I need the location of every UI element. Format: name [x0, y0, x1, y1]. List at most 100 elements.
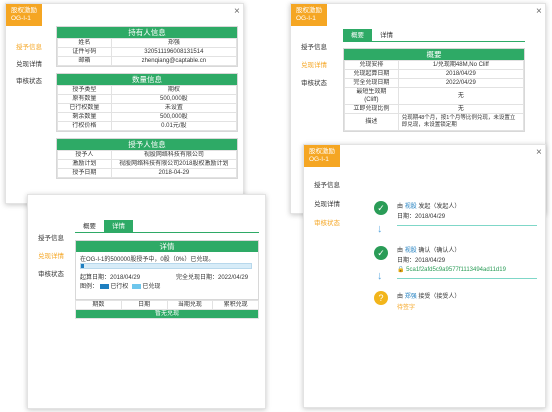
tab-bar: 概要 详情: [343, 29, 525, 42]
cell-key: 授予日期: [57, 168, 112, 178]
tab-overview[interactable]: 概要: [75, 220, 104, 232]
cell-value: 无: [397, 104, 525, 114]
tag-code: OG-I-1: [309, 156, 329, 163]
grant-content: 持有人信息 姓名 郑强 证件号码 320511196008131514 邮箱 zhen…: [56, 26, 238, 185]
cell-key: 完全兑现日期: [344, 78, 399, 88]
quantity-section: 数量信息 授予类型 期权 原有数量 500,000股 已行权数量 未设置 剩余数量 50…: [56, 73, 238, 132]
tab-bar: 概要 详情: [75, 220, 259, 233]
cell-value: 期权: [110, 85, 238, 95]
legend-exercised: 已行权: [110, 284, 129, 290]
nav-redeem-detail[interactable]: 兑现详情: [314, 198, 340, 208]
step-user-link[interactable]: 视股: [405, 248, 417, 254]
holder-section: 持有人信息 姓名 郑强 证件号码 320511196008131514 邮箱 zhen…: [56, 26, 238, 67]
legend-vested-swatch: [131, 283, 141, 289]
cell-key: 已行权数量: [57, 103, 112, 113]
table-header: 期数 日期 当期兑现 累积兑现: [75, 300, 259, 310]
legend-label: 图例：: [80, 284, 99, 290]
pending-signature: 待签字: [397, 305, 416, 311]
table-row: 最短生效期 (Cliff) 无: [344, 87, 525, 105]
tx-hash[interactable]: 🔒 5ca1f2afd5c9a9577f1113494ad11d19: [397, 266, 506, 273]
cell-key: 邮箱: [57, 56, 112, 66]
step-accept: 由 郑强 接受（接受人）: [397, 291, 460, 300]
step-prefix: 由: [397, 248, 404, 254]
nav-review-status[interactable]: 审核状态: [16, 75, 42, 85]
end-date: 完全兑现日期：2022/04/29: [176, 275, 249, 281]
empty-row: 暂无兑现: [75, 309, 259, 319]
close-icon[interactable]: ×: [234, 7, 240, 17]
col-date: 日期: [120, 300, 168, 310]
table-row: 行权价格 0.01元/股: [57, 121, 238, 131]
step-user-link[interactable]: 视股: [405, 204, 417, 210]
step-date: 日期：2018/04/29: [397, 214, 446, 220]
cell-value: 0.01元/股: [110, 121, 238, 131]
legend-exercised-swatch: [99, 283, 109, 289]
cell-value: 未设置: [110, 103, 238, 113]
legend-vested: 已兑现: [142, 284, 161, 290]
nav-grant-info[interactable]: 授予信息: [38, 232, 64, 242]
table-row: 完全兑现日期 2022/04/29: [344, 78, 525, 88]
step-date: 日期：2018/04/29: [397, 258, 446, 264]
overview-title: 概要: [344, 49, 524, 60]
table-row: 立即兑现比例无: [344, 104, 525, 114]
step-initiate: 由 视股 发起（发起人）: [397, 201, 460, 210]
table-row: 兑现安排 1/兑现期48M,No Cliff: [344, 60, 525, 70]
nav-redeem-detail[interactable]: 兑现详情: [16, 58, 42, 68]
holder-table: 姓名 郑强 证件号码 320511196008131514 邮箱 zhenqiang@…: [57, 38, 238, 66]
tag-title: 股权激励: [296, 7, 322, 14]
cell-key: 授予类型: [57, 85, 112, 95]
lock-icon: 🔒: [397, 267, 405, 273]
tab-detail[interactable]: 详情: [104, 220, 133, 232]
nav-grant-info[interactable]: 授予信息: [301, 41, 327, 51]
nav-redeem-detail[interactable]: 兑现详情: [38, 250, 64, 260]
step-divider: [397, 225, 537, 226]
tab-overview[interactable]: 概要: [343, 29, 372, 41]
nav-redeem-detail[interactable]: 兑现详情: [301, 59, 327, 69]
cell-value: 郑强: [110, 38, 238, 48]
table-row: 原有数量 500,000股: [57, 94, 238, 104]
nav-grant-info[interactable]: 授予信息: [16, 41, 42, 51]
nav-review-status[interactable]: 审核状态: [314, 217, 340, 227]
quantity-table: 授予类型 期权 原有数量 500,000股 已行权数量 未设置 剩余数量 500,000…: [57, 85, 238, 131]
table-row: 激励计划 视股网络科技有限公司2018股权激励计划: [57, 159, 238, 169]
cell-value: 2022/04/29: [397, 78, 525, 88]
tag-title: 股权激励: [309, 148, 335, 155]
close-icon[interactable]: ×: [536, 7, 542, 17]
overview-table: 兑现安排 1/兑现期48M,No Cliff 兑现起算日期 2018/04/29 完…: [344, 60, 525, 131]
cell-value: 兑现期48个月，按1个月等比例兑现，未设置立即兑现，未设置锁定期: [397, 113, 525, 131]
tab-detail[interactable]: 详情: [372, 29, 401, 41]
detail-summary: 在OG-I-1的500000股授予中，0股（0%）已兑现。: [80, 257, 215, 263]
table-row: 暂无兑现: [75, 309, 259, 319]
nav-grant-info[interactable]: 授予信息: [314, 179, 340, 189]
cell-key: 授予人: [57, 150, 112, 160]
col-cumulative: 累积兑现: [212, 300, 259, 310]
cell-key: 最短生效期 (Cliff): [344, 87, 399, 105]
step-action: 发起（发起人）: [418, 204, 461, 210]
vesting-progress-fill: [81, 264, 85, 268]
start-date: 起算日期：2018/04/29: [80, 275, 141, 281]
cell-value: 320511196008131514: [110, 47, 238, 57]
vesting-table: 期数 日期 当期兑现 累积兑现 暂无兑现: [75, 300, 259, 319]
nav-review-status[interactable]: 审核状态: [38, 268, 64, 278]
step-user-link[interactable]: 郑强: [405, 294, 417, 300]
legend: 图例： 已行权 已兑现: [80, 281, 160, 290]
equity-tag: 股权激励 OG-I-1: [304, 145, 340, 167]
grantor-section: 授予人信息 授予人 视股网络科技有限公司 激励计划 视股网络科技有限公司2018股权…: [56, 138, 238, 179]
cell-value: 视股网络科技有限公司: [110, 150, 238, 160]
grantor-table: 授予人 视股网络科技有限公司 激励计划 视股网络科技有限公司2018股权激励计划 授…: [57, 150, 238, 178]
cell-key: 原有数量: [57, 94, 112, 104]
question-icon: ?: [374, 291, 388, 305]
table-row: 授予类型 期权: [57, 85, 238, 95]
step-action: 确认（确认人）: [418, 248, 461, 254]
table-row: 兑现起算日期 2018/04/29: [344, 69, 525, 79]
close-icon[interactable]: ×: [536, 148, 542, 158]
arrow-down-icon: ↓: [377, 223, 383, 235]
cell-value: zhenqiang@captable.cn: [110, 56, 238, 66]
equity-tag: 股权激励 OG-I-1: [6, 4, 42, 26]
nav-review-status[interactable]: 审核状态: [301, 77, 327, 87]
table-row: 授予日期 2018-04-29: [57, 168, 238, 178]
cell-value: 无: [397, 87, 525, 105]
quantity-title: 数量信息: [57, 74, 237, 85]
detail-content: 概要 详情 详情 在OG-I-1的500000股授予中，0股（0%）已兑现。 起…: [75, 220, 259, 319]
cell-value: 500,000股: [110, 94, 238, 104]
col-period: 期数: [75, 300, 122, 310]
